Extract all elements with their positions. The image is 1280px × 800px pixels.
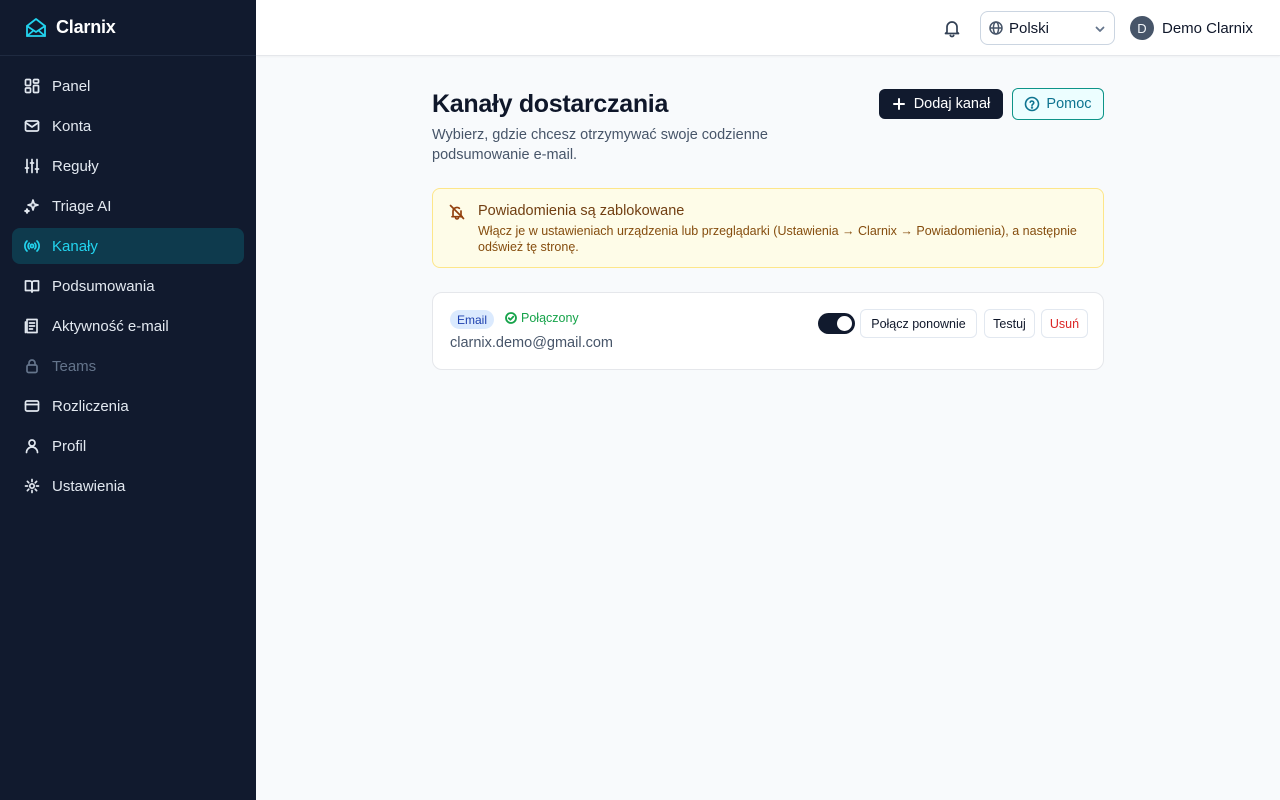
gear-icon [24, 478, 40, 494]
channel-enabled-toggle[interactable] [818, 313, 855, 334]
sidebar-item-label: Kanały [52, 237, 98, 255]
sidebar-item-label: Aktywność e-mail [52, 317, 169, 335]
add-channel-label: Dodaj kanał [913, 96, 991, 112]
page-title: Kanały dostarczania [432, 90, 669, 118]
help-button[interactable]: Pomoc [1012, 88, 1104, 120]
sidebar-item-rozliczenia[interactable]: Rozliczenia [12, 388, 244, 424]
notifications-bell-icon[interactable] [940, 16, 964, 40]
sidebar-nav: Panel Konta Reguły Triage AI Kanały Pods… [0, 56, 256, 520]
sidebar: Clarnix Panel Konta Reguły Triage AI Kan… [0, 0, 256, 800]
toggle-knob [837, 316, 852, 331]
avatar: D [1130, 16, 1154, 40]
sidebar-item-label: Reguły [52, 157, 99, 175]
help-circle-icon [1024, 96, 1040, 112]
sidebar-item-konta[interactable]: Konta [12, 108, 244, 144]
sidebar-item-teams: Teams [12, 348, 244, 384]
language-select[interactable]: Polski [980, 11, 1115, 45]
brand-name: Clarnix [56, 17, 116, 37]
mail-icon [24, 118, 40, 134]
sidebar-item-triage-ai[interactable]: Triage AI [12, 188, 244, 224]
user-menu[interactable]: D Demo Clarnix [1130, 16, 1253, 40]
lock-icon [24, 358, 40, 374]
book-icon [24, 278, 40, 294]
user-name: Demo Clarnix [1162, 19, 1253, 37]
sliders-icon [24, 158, 40, 174]
top-header: Polski D Demo Clarnix [256, 0, 1280, 56]
status-badge: Połączony [505, 311, 579, 325]
sparkles-icon [24, 198, 40, 214]
delete-button[interactable]: Usuń [1041, 309, 1088, 338]
sidebar-item-panel[interactable]: Panel [12, 68, 244, 104]
dashboard-icon [24, 78, 40, 94]
sidebar-item-profil[interactable]: Profil [12, 428, 244, 464]
plus-icon [892, 97, 906, 111]
sidebar-item-label: Konta [52, 117, 92, 135]
radio-icon [24, 238, 40, 254]
status-text: Połączony [521, 311, 579, 325]
test-button[interactable]: Testuj [984, 309, 1035, 338]
receipt-icon [24, 318, 40, 334]
channel-card: Email Połączony clarnix.demo@gmail.com P… [432, 292, 1104, 370]
chevron-down-icon [1094, 23, 1106, 35]
sidebar-item-kanaly[interactable]: Kanały [12, 228, 244, 264]
channel-address: clarnix.demo@gmail.com [450, 335, 613, 351]
sidebar-item-label: Teams [52, 357, 97, 375]
help-label: Pomoc [1046, 96, 1092, 112]
sidebar-item-reguly[interactable]: Reguły [12, 148, 244, 184]
brand[interactable]: Clarnix [0, 0, 256, 56]
globe-icon [989, 21, 1003, 35]
alert-text: Włącz je w ustawieniach urządzenia lub p… [478, 224, 1077, 254]
sidebar-item-label: Podsumowania [52, 277, 155, 295]
sidebar-item-label: Rozliczenia [52, 397, 129, 415]
sidebar-item-podsumowania[interactable]: Podsumowania [12, 268, 244, 304]
sidebar-item-label: Panel [52, 77, 91, 95]
notifications-blocked-alert: Powiadomienia są zablokowane Włącz je w … [432, 188, 1104, 268]
page-subtitle: Wybierz, gdzie chcesz otrzymywać swoje c… [432, 127, 768, 163]
user-icon [24, 438, 40, 454]
alert-title: Powiadomienia są zablokowane [478, 203, 685, 219]
sidebar-item-label: Profil [52, 437, 87, 455]
envelope-logo-icon [24, 16, 48, 40]
bell-off-icon [449, 204, 465, 220]
language-value: Polski [1009, 19, 1050, 37]
sidebar-item-label: Ustawienia [52, 477, 126, 495]
check-circle-icon [505, 312, 517, 324]
reconnect-button[interactable]: Połącz ponownie [860, 309, 977, 338]
add-channel-button[interactable]: Dodaj kanał [879, 89, 1003, 119]
sidebar-item-ustawienia[interactable]: Ustawienia [12, 468, 244, 504]
credit-card-icon [24, 398, 40, 414]
channel-type-badge: Email [450, 310, 495, 329]
sidebar-item-label: Triage AI [52, 197, 112, 215]
sidebar-item-aktywnosc[interactable]: Aktywność e-mail [12, 308, 244, 344]
